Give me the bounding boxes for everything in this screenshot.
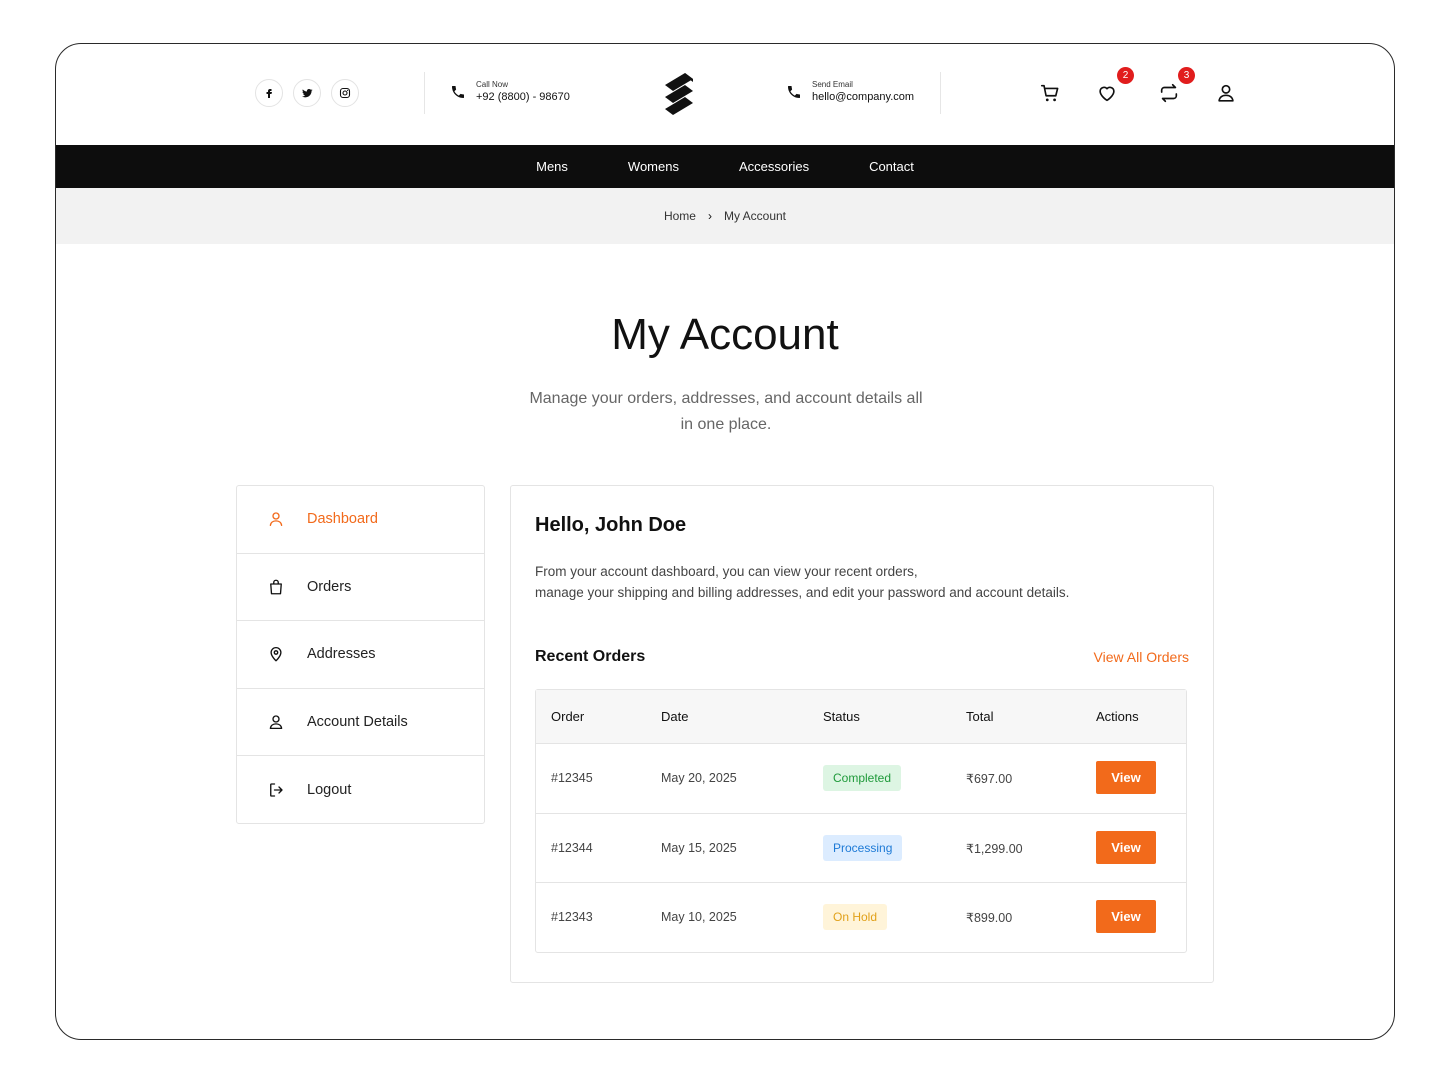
nav-item-mens[interactable]: Mens: [536, 159, 568, 174]
user-icon: [269, 715, 283, 729]
order-total: ₹697.00: [966, 772, 1013, 786]
logout-icon: [270, 783, 283, 797]
order-date: May 15, 2025: [661, 840, 737, 855]
twitter-icon[interactable]: [293, 79, 321, 107]
column-header-date: Date: [661, 709, 689, 724]
email-address: hello@company.com: [812, 91, 915, 103]
description-line: manage your shipping and billing address…: [535, 585, 1070, 600]
top-header: Call Now +92 (8800) - 98670 Send Email h…: [56, 44, 1394, 145]
map-pin-icon: [270, 647, 282, 662]
account-sidebar: Dashboard Orders Addresses Account Detai…: [236, 485, 485, 824]
phone-icon: [788, 86, 800, 98]
sidebar-item-label: Orders: [307, 578, 352, 595]
call-number: +92 (8800) - 98670: [476, 91, 570, 103]
browser-frame: Call Now +92 (8800) - 98670 Send Email h…: [55, 43, 1395, 1040]
main-nav: Mens Womens Accessories Contact: [56, 145, 1394, 188]
status-badge: On Hold: [823, 904, 888, 930]
compare-icon[interactable]: [1158, 82, 1180, 104]
table-row: #12344 May 15, 2025 Processing ₹1,299.00…: [536, 814, 1186, 883]
sidebar-item-label: Logout: [307, 781, 352, 798]
table-row: #12345 May 20, 2025 Completed ₹697.00 Vi…: [536, 744, 1186, 814]
breadcrumb-current: My Account: [723, 209, 787, 223]
table-row: #12343 May 10, 2025 On Hold ₹899.00 View: [536, 883, 1186, 953]
chevron-right-icon: ›: [707, 209, 712, 223]
table-header: Order Date Status Total Actions: [536, 690, 1186, 744]
sidebar-item-label: Addresses: [307, 646, 376, 663]
nav-item-contact[interactable]: Contact: [869, 159, 914, 174]
sidebar-item-account-details[interactable]: Account Details: [237, 689, 484, 756]
column-header-order: Order: [551, 709, 585, 724]
user-icon: [269, 512, 283, 527]
page-subtitle: Manage your orders, addresses, and accou…: [529, 390, 923, 433]
brand-logo[interactable]: [659, 71, 699, 117]
shopping-bag-icon: [270, 579, 282, 595]
column-header-actions: Actions: [1096, 709, 1139, 724]
page-title: My Account: [611, 310, 839, 359]
view-order-button[interactable]: View: [1096, 830, 1156, 864]
sidebar-item-label: Dashboard: [307, 511, 378, 528]
view-all-orders-link[interactable]: View All Orders: [1094, 649, 1189, 665]
view-order-button[interactable]: View: [1096, 900, 1156, 933]
recent-orders-title: Recent Orders: [535, 648, 646, 665]
status-badge: Completed: [823, 765, 902, 791]
instagram-icon[interactable]: [331, 79, 359, 107]
call-contact[interactable]: Call Now +92 (8800) - 98670: [450, 80, 570, 104]
email-contact[interactable]: Send Email hello@company.com: [786, 80, 914, 104]
email-label: Send Email: [812, 80, 853, 89]
order-id: #12344: [551, 840, 593, 855]
column-header-status: Status: [823, 709, 860, 724]
greeting: Hello, John Doe: [535, 514, 687, 536]
sidebar-item-orders[interactable]: Orders: [237, 554, 484, 621]
sidebar-item-addresses[interactable]: Addresses: [237, 621, 484, 689]
order-total: ₹1,299.00: [966, 841, 1023, 856]
breadcrumb: Home › My Account: [56, 188, 1394, 244]
dashboard-panel: Hello, John Doe From your account dashbo…: [510, 485, 1214, 983]
user-icon[interactable]: [1215, 82, 1237, 104]
call-label: Call Now: [476, 80, 509, 89]
nav-item-accessories[interactable]: Accessories: [739, 159, 809, 174]
order-date: May 10, 2025: [661, 910, 737, 924]
header-divider: [424, 72, 425, 114]
orders-table: Order Date Status Total Actions #12345 M…: [535, 689, 1187, 953]
phone-icon: [452, 86, 464, 98]
order-id: #12345: [551, 771, 593, 785]
view-order-button[interactable]: View: [1096, 761, 1156, 794]
sidebar-item-logout[interactable]: Logout: [237, 756, 484, 824]
header-divider: [940, 72, 941, 114]
dashboard-description: From your account dashboard, you can vie…: [535, 561, 1155, 603]
description-line: From your account dashboard, you can vie…: [535, 564, 918, 579]
wishlist-badge: 2: [1117, 67, 1134, 84]
column-header-total: Total: [966, 709, 994, 724]
sidebar-item-label: Account Details: [307, 713, 408, 730]
compare-badge: 3: [1178, 67, 1195, 84]
breadcrumb-home[interactable]: Home: [664, 209, 696, 223]
cart-icon[interactable]: [1039, 82, 1061, 104]
order-total: ₹899.00: [966, 911, 1013, 925]
order-date: May 20, 2025: [661, 771, 737, 785]
facebook-icon[interactable]: [255, 79, 283, 107]
status-badge: Processing: [823, 834, 903, 861]
order-id: #12343: [551, 910, 593, 924]
heart-icon[interactable]: [1096, 82, 1118, 104]
sidebar-item-dashboard[interactable]: Dashboard: [237, 486, 484, 554]
nav-item-womens[interactable]: Womens: [628, 159, 679, 174]
